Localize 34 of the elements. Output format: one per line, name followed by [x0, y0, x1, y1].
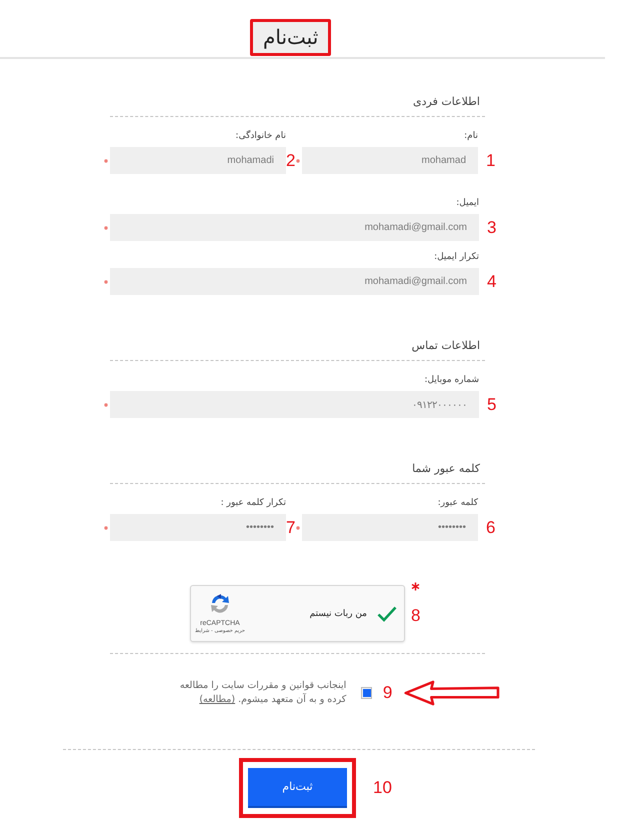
annotation-number: 9 — [382, 683, 392, 702]
page-title: ثبت‌نام — [250, 19, 332, 56]
field-label: نام: — [464, 131, 478, 142]
field-label: تکرار کلمه عبور : — [220, 498, 286, 509]
input-field[interactable]: mohamadi — [110, 147, 286, 174]
field-label: تکرار ایمیل: — [434, 252, 479, 263]
field-label: ایمیل: — [456, 198, 479, 209]
annotation-number: 10 — [373, 778, 392, 797]
input-field[interactable]: mohamadi@gmail.com — [110, 268, 479, 295]
field-label: شماره موبایل: — [424, 375, 479, 386]
submit-button[interactable]: ثبت‌نام — [248, 768, 347, 808]
input-field[interactable]: ۰۹۱۲۲۰۰۰۰۰۰ — [110, 391, 479, 418]
input-field[interactable]: mohamad — [302, 147, 478, 174]
input-field[interactable]: •••••••• — [302, 514, 478, 541]
terms-link[interactable]: (مطالعه) — [199, 694, 236, 705]
annotation-number: 6 — [486, 519, 496, 536]
captcha-label: من ربات نیستم — [310, 608, 367, 620]
input-field[interactable]: •••••••• — [110, 514, 286, 541]
terms-text: اینجانب قوانین و مقررات سایت را مطالعه کرده و به آن متعهد میشوم. (مطالعه) — [178, 679, 346, 707]
section-heading: اطلاعات فردی — [413, 94, 480, 110]
input-field[interactable]: mohamadi@gmail.com — [110, 214, 479, 241]
annotation-number: 1 — [486, 152, 496, 169]
field-label: کلمه عبور: — [438, 498, 478, 509]
annotation-number: 3 — [487, 219, 496, 236]
check-icon[interactable] — [377, 606, 397, 622]
terms-checkbox[interactable] — [361, 687, 372, 699]
annotation-number: 2 — [286, 152, 296, 169]
annotation-number: 5 — [487, 396, 496, 413]
section-heading: اطلاعات تماس — [412, 338, 480, 354]
annotation-number: 7 — [286, 519, 296, 536]
section-heading: کلمه عبور شما — [412, 461, 480, 477]
field-label: نام خانوادگی: — [236, 131, 286, 142]
annotation-number: 4 — [487, 273, 496, 290]
annotation-number: 8 — [411, 606, 420, 625]
